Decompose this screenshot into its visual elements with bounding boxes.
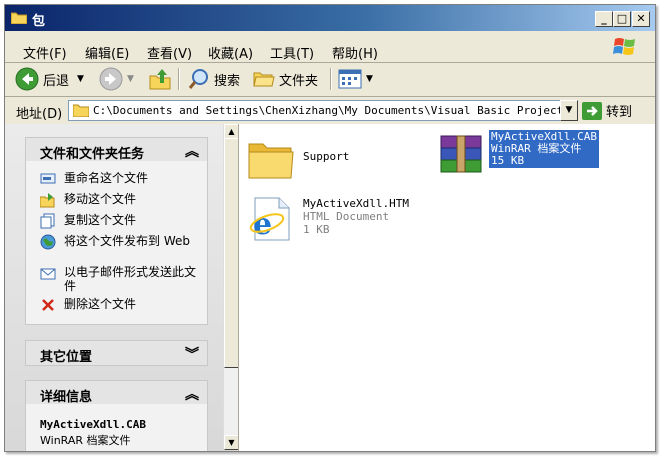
maximize-button[interactable]: □ <box>613 11 631 27</box>
folder-icon <box>248 143 294 179</box>
task-pane: 文件和文件夹任务 ︽ 重命名这个文件 移动这个文件 复制这个文件 将这个文件发布… <box>5 124 237 451</box>
file-item-support[interactable]: Support <box>247 132 437 186</box>
expand-chevron-icon[interactable]: ︾ <box>185 344 199 364</box>
menu-help[interactable]: 帮助(H) <box>332 43 378 62</box>
task-label: 删除这个文件 <box>64 297 137 311</box>
file-list-area: Support MyActiveXdll.CAB WinRAR 档案文件 15 … <box>238 124 655 451</box>
file-name: MyActiveXdll.HTM <box>303 197 409 210</box>
scroll-up-button[interactable]: ▲ <box>224 124 239 139</box>
other-places-header[interactable]: 其它位置 ︾ <box>25 340 208 366</box>
svg-text:e: e <box>253 207 272 242</box>
views-button[interactable]: ▼ <box>338 67 373 91</box>
toolbar-separator <box>330 68 332 90</box>
other-places-title: 其它位置 <box>40 350 93 365</box>
up-folder-icon <box>149 69 171 90</box>
scroll-down-button[interactable]: ▼ <box>224 435 239 450</box>
ie-html-icon: e <box>249 197 290 242</box>
file-tasks-title: 文件和文件夹任务 <box>40 147 145 162</box>
back-arrow-icon <box>15 67 39 91</box>
task-pane-scrollbar[interactable]: ▲ ▼ <box>223 124 239 450</box>
back-button[interactable]: 后退 ▼ <box>15 67 84 91</box>
toolbar-separator <box>178 68 180 90</box>
back-label: 后退 <box>43 73 70 89</box>
details-file-name: MyActiveXdll.CAB <box>40 418 146 431</box>
menu-edit[interactable]: 编辑(E) <box>85 43 129 62</box>
menu-bar: 文件(F) 编辑(E) 查看(V) 收藏(A) 工具(T) 帮助(H) <box>5 31 655 63</box>
menu-favorites[interactable]: 收藏(A) <box>208 43 253 62</box>
folders-button[interactable]: 文件夹 <box>253 67 318 91</box>
folder-icon <box>73 104 89 117</box>
email-icon <box>40 268 56 280</box>
go-label: 转到 <box>606 105 633 120</box>
search-icon <box>188 69 208 89</box>
go-button[interactable]: 转到 <box>582 101 632 120</box>
windows-logo-icon <box>613 38 635 55</box>
window-title: 包 <box>32 14 46 29</box>
back-dropdown-icon[interactable]: ▼ <box>77 74 84 84</box>
menu-file[interactable]: 文件(F) <box>23 43 67 62</box>
close-button[interactable]: ✕ <box>632 11 650 27</box>
explorer-window: 包 _ □ ✕ 文件(F) 编辑(E) 查看(V) 收藏(A) 工具(T) 帮助… <box>4 4 656 452</box>
search-label: 搜索 <box>214 73 241 89</box>
file-item-cab[interactable]: MyActiveXdll.CAB WinRAR 档案文件 15 KB <box>437 130 637 178</box>
details-header[interactable]: 详细信息 ︽ <box>25 380 208 405</box>
search-button[interactable]: 搜索 <box>188 67 240 91</box>
copy-icon <box>40 213 55 229</box>
move-icon <box>40 193 55 208</box>
collapse-chevron-icon[interactable]: ︽ <box>185 141 199 161</box>
views-dropdown-icon[interactable]: ▼ <box>366 74 373 84</box>
task-label: 移动这个文件 <box>64 192 137 206</box>
views-icon <box>338 69 362 89</box>
file-tasks-header[interactable]: 文件和文件夹任务 ︽ <box>25 137 208 162</box>
file-tasks-body: 重命名这个文件 移动这个文件 复制这个文件 将这个文件发布到 Web 以电子邮件… <box>25 161 208 325</box>
forward-button[interactable]: ▼ <box>99 67 134 91</box>
task-label: 重命名这个文件 <box>64 171 149 185</box>
file-type: HTML Document <box>303 210 390 223</box>
globe-icon <box>40 234 56 250</box>
up-folder-button[interactable] <box>148 67 176 91</box>
menu-tools[interactable]: 工具(T) <box>270 43 314 62</box>
task-label: 以电子邮件形式发送此文件 <box>64 265 197 293</box>
standard-toolbar: 后退 ▼ ▼ 搜索 文件夹 ▼ <box>5 63 655 97</box>
folders-label: 文件夹 <box>279 73 319 89</box>
address-bar: 地址(D) C:\Documents and Settings\ChenXizh… <box>5 97 655 125</box>
file-name: Support <box>303 150 350 163</box>
address-input[interactable]: C:\Documents and Settings\ChenXizhang\My… <box>68 100 563 121</box>
details-file-type: WinRAR 档案文件 <box>40 434 131 447</box>
title-bar[interactable]: 包 _ □ ✕ <box>5 5 655 31</box>
collapse-chevron-icon[interactable]: ︽ <box>185 384 199 404</box>
file-size: 1 KB <box>303 223 330 236</box>
details-body: MyActiveXdll.CAB WinRAR 档案文件 <box>25 404 208 451</box>
winrar-archive-icon <box>440 135 482 173</box>
delete-icon <box>42 299 54 311</box>
scroll-thumb[interactable] <box>224 138 239 368</box>
file-name-selected-box: MyActiveXdll.CAB WinRAR 档案文件 15 KB <box>489 130 599 168</box>
go-arrow-icon <box>582 101 602 120</box>
minimize-button[interactable]: _ <box>595 11 613 27</box>
address-path: C:\Documents and Settings\ChenXizhang\My… <box>93 104 563 117</box>
address-dropdown-button[interactable]: ▼ <box>560 100 578 121</box>
menu-view[interactable]: 查看(V) <box>147 43 192 62</box>
details-title: 详细信息 <box>40 390 93 405</box>
file-size: 15 KB <box>491 154 525 167</box>
task-label: 复制这个文件 <box>64 213 137 227</box>
address-label: 地址(D) <box>16 107 63 122</box>
forward-arrow-icon <box>99 67 123 91</box>
folders-icon <box>253 72 275 87</box>
task-label: 将这个文件发布到 Web <box>64 234 190 248</box>
rename-icon <box>40 173 56 184</box>
folder-icon <box>11 12 27 24</box>
forward-dropdown-icon[interactable]: ▼ <box>127 74 134 84</box>
file-item-htm[interactable]: e MyActiveXdll.HTM HTML Document 1 KB <box>247 194 447 242</box>
